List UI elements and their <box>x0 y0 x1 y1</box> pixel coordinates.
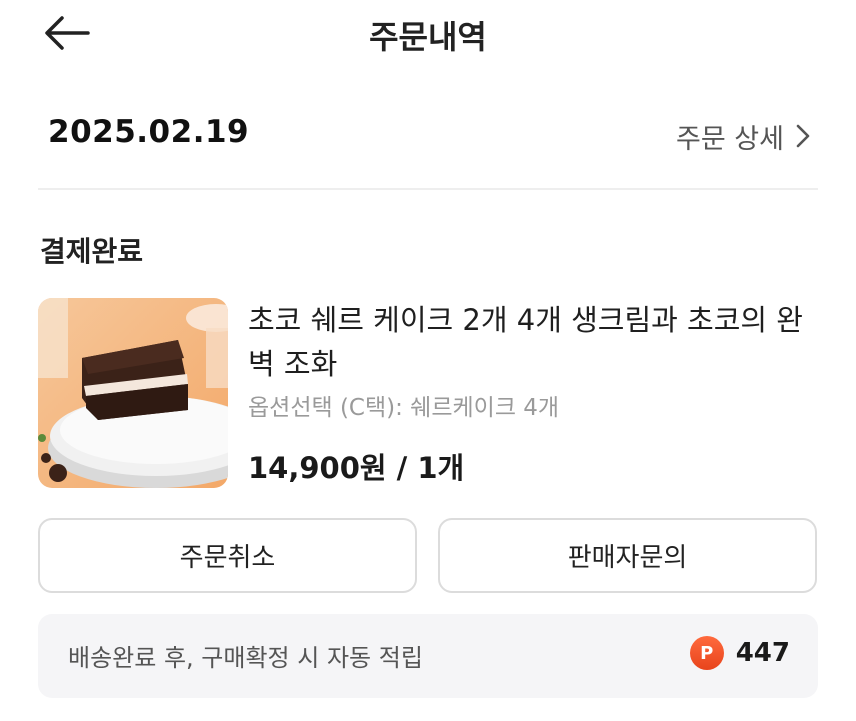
chocolate-cake-photo <box>38 298 228 488</box>
order-detail-link[interactable]: 주문 상세 <box>676 118 812 155</box>
page-title: 주문내역 <box>369 18 487 56</box>
order-status: 결제완료 <box>40 235 144 268</box>
order-date-row: 2025.02.19 주문 상세 <box>38 112 818 162</box>
product-name[interactable]: 초코 쉐르 케이크 2개 4개 생크림과 초코의 완벽 조화 <box>248 298 818 386</box>
order-history-page: 주문내역 2025.02.19 주문 상세 결제완료 초코 쉐르 케이크 2개 … <box>0 0 856 721</box>
order-date: 2025.02.19 <box>48 114 250 150</box>
points-amount: P 447 <box>689 636 790 670</box>
header: 주문내역 <box>0 0 856 70</box>
points-value: 447 <box>735 638 790 668</box>
points-banner: 배송완료 후, 구매확정 시 자동 적립 P 447 <box>38 614 818 698</box>
point-badge-icon: P <box>689 636 724 670</box>
seller-inquiry-button[interactable]: 판매자문의 <box>438 518 817 593</box>
order-detail-label: 주문 상세 <box>676 123 784 155</box>
points-description: 배송완료 후, 구매확정 시 자동 적립 <box>68 644 423 672</box>
divider <box>38 188 818 190</box>
cancel-order-button[interactable]: 주문취소 <box>38 518 417 593</box>
product-price: 14,900원 / 1개 <box>248 451 465 485</box>
product-option: 옵션선택 (C택): 쉐르케이크 4개 <box>248 395 560 421</box>
product-thumbnail[interactable] <box>38 298 228 488</box>
chevron-right-icon <box>796 124 810 148</box>
